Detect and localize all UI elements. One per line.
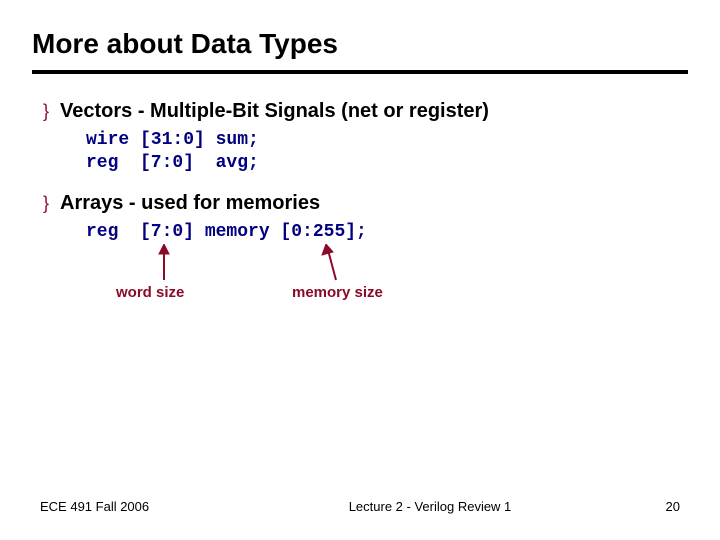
label-memory-size: memory size xyxy=(292,284,383,301)
footer: ECE 491 Fall 2006 Lecture 2 - Verilog Re… xyxy=(0,499,720,514)
bullet-icon: } xyxy=(32,193,60,214)
footer-right: 20 xyxy=(620,499,680,514)
code-block-1: wire [31:0] sum; reg [7:0] avg; xyxy=(86,129,688,174)
slide: More about Data Types } Vectors - Multip… xyxy=(0,0,720,540)
code-block-2: reg [7:0] memory [0:255]; xyxy=(86,221,688,244)
arrow-word-size xyxy=(154,244,174,284)
label-word-size: word size xyxy=(116,284,184,301)
annotations: word size memory size xyxy=(86,262,688,322)
title-rule xyxy=(32,70,688,74)
footer-center: Lecture 2 - Verilog Review 1 xyxy=(240,499,620,514)
bullet-2: } Arrays - used for memories xyxy=(32,192,688,215)
bullet-1: } Vectors - Multiple-Bit Signals (net or… xyxy=(32,100,688,123)
bullet-2-text: Arrays - used for memories xyxy=(60,192,320,215)
footer-left: ECE 491 Fall 2006 xyxy=(40,499,240,514)
slide-title: More about Data Types xyxy=(32,28,688,60)
bullet-icon: } xyxy=(32,101,60,122)
bullet-1-text: Vectors - Multiple-Bit Signals (net or r… xyxy=(60,100,489,123)
arrow-memory-size xyxy=(318,244,348,284)
